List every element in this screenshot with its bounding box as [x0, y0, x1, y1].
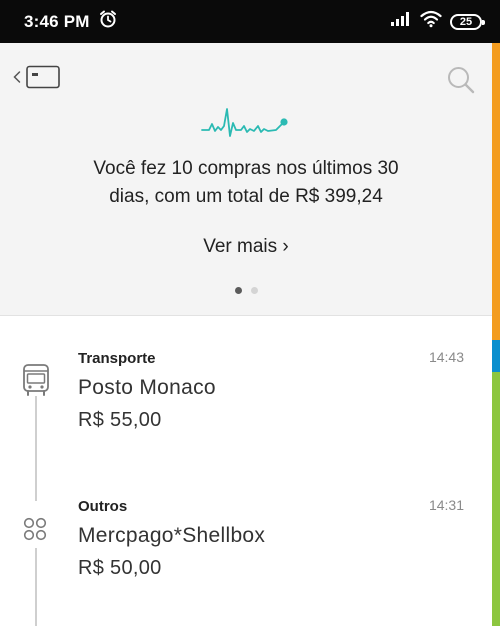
transaction-category: Transporte: [78, 350, 156, 367]
status-bar: 3:46 PM 25: [0, 0, 500, 43]
accent-strip: [492, 43, 500, 626]
summary-line-2: dias, com um total de R$ 399,24: [109, 186, 383, 207]
transaction-category: Outros: [78, 498, 128, 515]
transaction-time: 14:43: [428, 349, 464, 365]
search-button[interactable]: [446, 65, 476, 100]
transaction-amount: R$ 55,00: [78, 409, 162, 431]
summary-line-1: Você fez 10 compras nos últimos 30: [93, 158, 399, 179]
transaction-time: 14:31: [428, 497, 464, 513]
pulse-chart-icon: [200, 100, 292, 145]
alarm-icon: [98, 9, 118, 34]
summary-header: Você fez 10 compras nos últimos 30 dias,…: [0, 43, 492, 316]
battery-icon: 25: [450, 13, 485, 30]
signal-icon: [390, 11, 412, 32]
pager-dot[interactable]: [250, 287, 258, 294]
transaction-feed: Transporte Posto Monaco R$ 55,00 14:43 O…: [0, 316, 492, 626]
pager-dots: [0, 287, 492, 294]
back-button[interactable]: [12, 65, 60, 94]
purchase-summary: Você fez 10 compras nos últimos 30 dias,…: [30, 155, 462, 211]
four-circles-icon: [22, 516, 48, 547]
status-time: 3:46 PM: [24, 11, 90, 31]
card-icon: [26, 65, 60, 94]
accent-strip-green: [492, 372, 500, 626]
search-icon: [446, 67, 476, 99]
transaction-item[interactable]: Transporte Posto Monaco R$ 55,00 14:43: [0, 316, 492, 466]
transaction-amount: R$ 50,00: [78, 557, 162, 579]
pager-dot-active[interactable]: [234, 287, 242, 294]
wifi-icon: [420, 10, 442, 33]
see-more-link[interactable]: Ver mais ›: [0, 236, 492, 258]
chevron-left-icon: [12, 69, 22, 90]
transaction-merchant: Posto Monaco: [78, 376, 216, 399]
battery-level: 25: [459, 15, 473, 28]
transaction-item[interactable]: Outros Mercpago*Shellbox R$ 50,00 14:31: [0, 466, 492, 616]
accent-strip-orange: [492, 43, 500, 340]
transaction-merchant: Mercpago*Shellbox: [78, 524, 266, 547]
accent-strip-blue: [492, 340, 500, 372]
bus-icon: [22, 363, 50, 402]
